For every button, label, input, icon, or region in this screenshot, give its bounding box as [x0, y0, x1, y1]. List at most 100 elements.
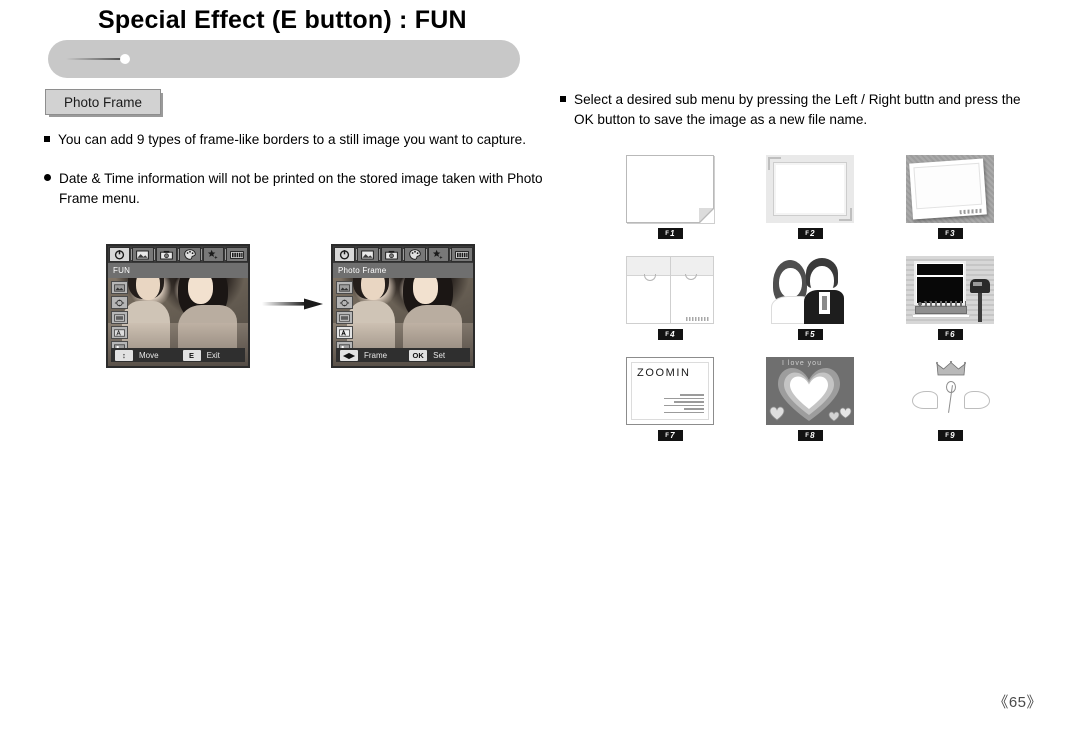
badge-prefix: F: [665, 432, 670, 439]
exit-key-icon: E: [182, 349, 201, 361]
camera-tab-icon[interactable]: [380, 247, 403, 262]
badge-prefix: F: [945, 230, 950, 237]
badge-number: 8: [810, 431, 815, 440]
left-bullet-1-text: You can add 9 types of frame-like border…: [58, 132, 526, 147]
frame-hint-label: Frame: [364, 350, 388, 360]
polaroid-card: [909, 158, 987, 220]
badge-prefix: F: [805, 230, 810, 237]
circle-bullet-icon: [44, 174, 51, 181]
page-title-banner: [48, 40, 520, 78]
frame-row-1: F1 F2 F 3: [600, 155, 1020, 239]
side-icon-3[interactable]: [336, 311, 353, 324]
lcd-tab-bar: [333, 246, 473, 264]
lcd-side-icon-column: [111, 281, 128, 356]
frame-sample-f6[interactable]: F6: [880, 256, 1020, 340]
small-heart-icon: [769, 406, 785, 421]
fun-tab-icon[interactable]: [333, 247, 356, 262]
side-icon-4-selected[interactable]: [336, 326, 353, 339]
lcd-side-icon-column: [336, 281, 353, 356]
title-bullet-dot-icon: [120, 54, 130, 64]
zoomin-wordmark: ZOOMIN: [637, 367, 691, 379]
frame-badge-f9: F9: [937, 430, 963, 441]
wing-left: [912, 391, 938, 409]
frame-sample-f9[interactable]: F9: [880, 357, 1020, 441]
frame-sample-f3[interactable]: F3: [880, 155, 1020, 239]
frame-badge-f6: F6: [937, 329, 963, 340]
polaroid-signature: [959, 208, 982, 215]
frame-art-zoomin-card: ZOOMIN: [626, 357, 714, 425]
fun-tab-icon[interactable]: [108, 247, 131, 262]
frame-preview: [906, 155, 994, 223]
frame-art-wedding-couple: [766, 256, 854, 324]
groom-tie: [822, 296, 827, 310]
wing-right: [964, 391, 990, 409]
section-tag-label: Photo Frame: [63, 94, 143, 110]
left-bullet-1: You can add 9 types of frame-like border…: [44, 130, 544, 150]
badge-prefix: F: [945, 432, 950, 439]
right-bullet-1: Select a desired sub menu by pressing th…: [560, 90, 1030, 130]
filmstrip-tab-icon[interactable]: [451, 247, 473, 262]
camera-tab-icon[interactable]: [155, 247, 178, 262]
lcd-screenshot-photo-frame: Photo Frame ◀▶ Frame OK Set: [331, 244, 475, 368]
frame-samples-grid: F1 F2 F 3 F 4 F 5 F 6 ZOOMIN F 7 I love …: [600, 155, 1020, 441]
frame-preview: ZOOMIN: [626, 357, 714, 425]
side-icon-2[interactable]: [336, 296, 353, 309]
badge-number: 3: [950, 229, 955, 238]
image-tab-icon[interactable]: [357, 247, 379, 262]
caption-line: [680, 394, 704, 396]
set-hint-label: Set: [433, 350, 446, 360]
frame-preview: [626, 155, 714, 223]
badge-number: 7: [670, 431, 675, 440]
exit-hint-label: Exit: [206, 350, 220, 360]
crown-icon: [936, 361, 966, 376]
card-inner-border: ZOOMIN: [631, 362, 709, 420]
frame-sample-f7[interactable]: ZOOMIN F7: [600, 357, 740, 441]
frame-art-notebook: [626, 256, 714, 324]
frame-badge-f4: F4: [657, 329, 683, 340]
side-icon-2[interactable]: [111, 296, 128, 309]
frame-art-polaroid: [906, 155, 994, 223]
section-tag: Photo Frame: [45, 89, 161, 115]
frame-badge-f1: F1: [657, 228, 683, 239]
filmstrip-tab-icon[interactable]: [226, 247, 248, 262]
frame-preview: I love you: [766, 357, 854, 425]
badge-prefix: F: [665, 331, 670, 338]
right-bullet-1-text: Select a desired sub menu by pressing th…: [574, 92, 1021, 127]
lcd-screenshot-fun: FUN ↕ Move E Exit: [106, 244, 250, 368]
frame-sample-f8[interactable]: I love you F8: [740, 357, 880, 441]
mailbox-label: [973, 282, 982, 286]
image-tab-icon[interactable]: [132, 247, 154, 262]
frame-key-icon: ◀▶: [340, 349, 358, 361]
badge-prefix: F: [805, 331, 810, 338]
window-pane-bottom: [917, 277, 963, 303]
palette-tab-icon[interactable]: [404, 247, 426, 262]
frame-badge-f3: F3: [937, 228, 963, 239]
frame-badge-f7: F7: [657, 430, 683, 441]
selection-highlight-circle: [333, 366, 367, 368]
side-icon-1[interactable]: [111, 281, 128, 294]
palette-tab-icon[interactable]: [179, 247, 201, 262]
side-icon-3[interactable]: [111, 311, 128, 324]
small-heart-icon: [839, 407, 852, 419]
frame-sample-f5[interactable]: F5: [740, 256, 880, 340]
manual-page: Special Effect (E button) : FUN Photo Fr…: [0, 0, 1080, 746]
frame-sample-f2[interactable]: F2: [740, 155, 880, 239]
star-tab-icon[interactable]: [202, 247, 225, 262]
badge-number: 4: [670, 330, 675, 339]
lcd-bottom-hint-bar: ↕ Move E Exit: [111, 348, 245, 362]
card-caption-lines: [662, 394, 704, 415]
badge-number: 9: [950, 431, 955, 440]
frame-badge-f2: F2: [797, 228, 823, 239]
caption-line: [664, 398, 704, 399]
star-tab-icon[interactable]: [427, 247, 450, 262]
side-icon-1[interactable]: [336, 281, 353, 294]
page-title: Special Effect (E button) : FUN: [98, 6, 467, 34]
frame-sample-f4[interactable]: F4: [600, 256, 740, 340]
frame-preview: [766, 256, 854, 324]
move-hint-label: Move: [139, 350, 159, 360]
square-bullet-icon: [560, 96, 566, 102]
frame-row-2: F4 F5 F 6: [600, 256, 1020, 340]
frame-sample-f1[interactable]: F1: [600, 155, 740, 239]
side-icon-4[interactable]: [111, 326, 128, 339]
square-bullet-icon: [44, 136, 50, 142]
